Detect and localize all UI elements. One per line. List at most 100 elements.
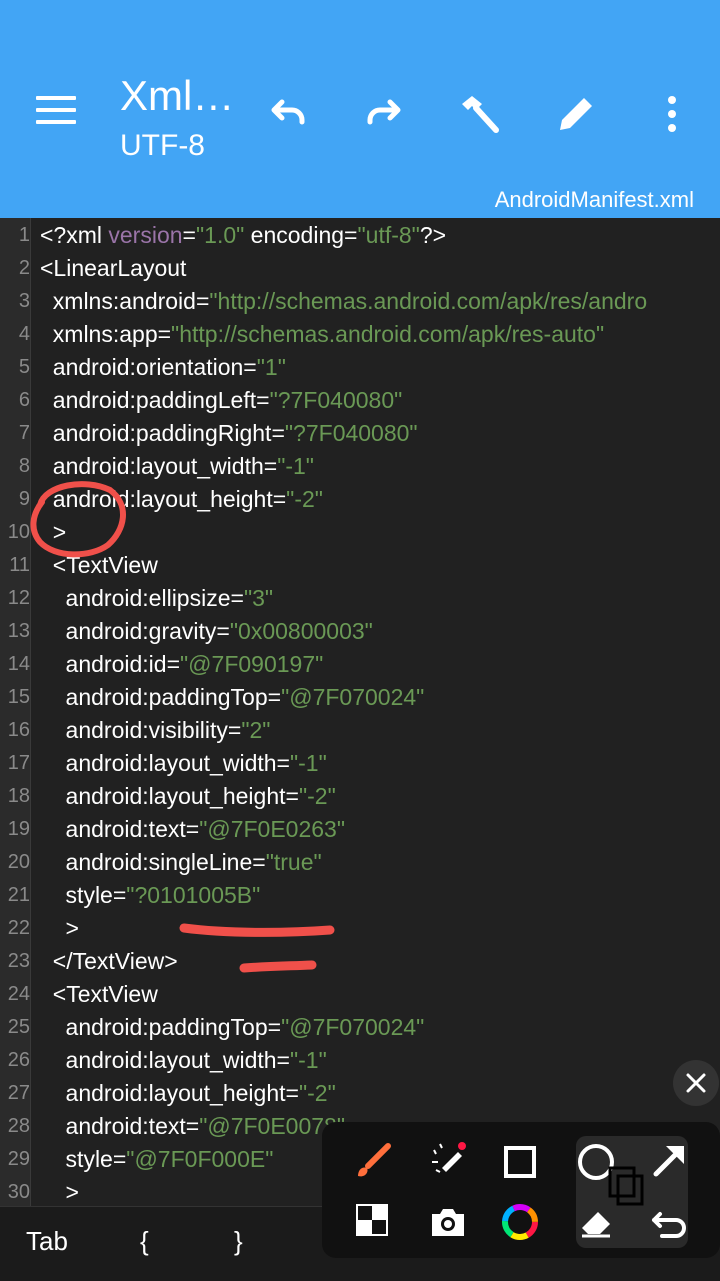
code-line[interactable]: 1 <?xml version="1.0" encoding="utf-8"?>	[0, 219, 720, 252]
color-wheel-icon[interactable]	[496, 1198, 544, 1246]
menu-icon[interactable]	[36, 96, 76, 130]
code-line[interactable]: 21 style="?0101005B"	[0, 879, 720, 912]
code-token: android:paddingRight=	[40, 420, 285, 446]
code-line[interactable]: 13 android:gravity="0x00800003"	[0, 615, 720, 648]
code-editor[interactable]: 1 <?xml version="1.0" encoding="utf-8"?> 2…	[0, 218, 720, 1206]
mosaic-icon[interactable]	[348, 1196, 396, 1244]
line-number: 22	[7, 917, 30, 939]
code-line[interactable]: 17 android:layout_width="-1"	[0, 747, 720, 780]
code-text: <TextView	[40, 978, 158, 1011]
attribute-value: "-1"	[289, 1047, 327, 1073]
line-number: 16	[7, 719, 30, 741]
code-token: ?>	[419, 222, 447, 248]
code-text: android:layout_height="-2"	[40, 780, 336, 813]
code-token: android:layout_width=	[40, 453, 278, 479]
code-token: style=	[40, 882, 127, 908]
code-token: android:text=	[40, 1113, 200, 1139]
code-token: android:ellipsize=	[40, 585, 244, 611]
app-bar: Xml… UTF-8 AndroidManifest.xml	[0, 0, 720, 218]
code-token: </TextView>	[40, 948, 178, 974]
code-line[interactable]: 3 xmlns:android="http://schemas.android.…	[0, 285, 720, 318]
brush-icon[interactable]	[348, 1138, 396, 1186]
hammer-icon[interactable]	[456, 90, 504, 138]
code-text: android:text="@7F0E0078"	[40, 1110, 345, 1143]
code-text: >	[40, 912, 79, 945]
code-line[interactable]: 4 xmlns:app="http://schemas.android.com/…	[0, 318, 720, 351]
line-number: 17	[7, 752, 30, 774]
redo-icon[interactable]	[360, 90, 408, 138]
open-brace-key[interactable]: {	[140, 1224, 149, 1258]
code-line[interactable]: 25 android:paddingTop="@7F070024"	[0, 1011, 720, 1044]
code-line[interactable]: 6 android:paddingLeft="?7F040080"	[0, 384, 720, 417]
code-token: android:paddingTop=	[40, 1014, 282, 1040]
code-text: style="@7F0F000E"	[40, 1143, 274, 1176]
attribute-value: "-1"	[277, 453, 314, 479]
code-line[interactable]: 8 android:layout_width="-1"	[0, 450, 720, 483]
attribute-value: "-2"	[298, 1080, 336, 1106]
copy-icon[interactable]	[604, 1162, 652, 1210]
line-number: 6	[18, 389, 30, 411]
code-line[interactable]: 18 android:layout_height="-2"	[0, 780, 720, 813]
code-token: <TextView	[40, 552, 158, 578]
code-text: android:layout_height="-2"	[40, 483, 323, 516]
code-line[interactable]: 20 android:singleLine="true"	[0, 846, 720, 879]
code-line[interactable]: 12 android:ellipsize="3"	[0, 582, 720, 615]
attribute-value: "?7F040080"	[269, 387, 403, 413]
code-token: android:paddingLeft=	[40, 387, 270, 413]
camera-icon[interactable]	[424, 1198, 472, 1246]
attribute-value: "?7F040080"	[284, 420, 418, 446]
code-text: android:text="@7F0E0263"	[40, 813, 345, 846]
code-line[interactable]: 9 android:layout_height="-2"	[0, 483, 720, 516]
line-number: 14	[7, 653, 30, 675]
close-annotation-button[interactable]	[673, 1060, 719, 1106]
file-name: AndroidManifest.xml	[494, 187, 694, 212]
attribute-value: "2"	[241, 717, 271, 743]
code-token: android:paddingTop=	[40, 684, 282, 710]
line-number: 15	[7, 686, 30, 708]
code-token: <TextView	[40, 981, 158, 1007]
code-line[interactable]: 2 <LinearLayout	[0, 252, 720, 285]
attribute-value: "?0101005B"	[126, 882, 261, 908]
line-number: 26	[7, 1049, 30, 1071]
undo-icon[interactable]	[264, 90, 312, 138]
code-token: <?xml	[40, 222, 109, 248]
close-brace-key[interactable]: }	[234, 1224, 243, 1258]
code-line[interactable]: 24 <TextView	[0, 978, 720, 1011]
more-vert-icon[interactable]	[648, 90, 696, 138]
code-line[interactable]: 11 <TextView	[0, 549, 720, 582]
code-line[interactable]: 15 android:paddingTop="@7F070024"	[0, 681, 720, 714]
code-line[interactable]: 16 android:visibility="2"	[0, 714, 720, 747]
code-line[interactable]: 7 android:paddingRight="?7F040080"	[0, 417, 720, 450]
code-text: xmlns:app="http://schemas.android.com/ap…	[40, 318, 604, 351]
code-line[interactable]: 5 android:orientation="1"	[0, 351, 720, 384]
line-number: 5	[18, 356, 30, 378]
code-line[interactable]: 22 >	[0, 912, 720, 945]
line-number: 1	[18, 224, 30, 246]
code-line[interactable]: 10 >	[0, 516, 720, 549]
close-icon	[686, 1073, 706, 1093]
undo-icon[interactable]	[646, 1198, 694, 1246]
tab-key[interactable]: Tab	[26, 1224, 68, 1258]
pencil-icon[interactable]	[552, 90, 600, 138]
rectangle-icon[interactable]	[496, 1138, 544, 1186]
code-text: android:gravity="0x00800003"	[40, 615, 373, 648]
line-number: 7	[18, 422, 30, 444]
magic-pen-icon[interactable]	[424, 1138, 472, 1186]
attribute-value: "1"	[256, 354, 286, 380]
line-number: 19	[7, 818, 30, 840]
arrow-icon[interactable]	[646, 1136, 694, 1184]
code-line[interactable]: 23 </TextView>	[0, 945, 720, 978]
annotation-toolbar	[322, 1122, 720, 1258]
code-line[interactable]: 26 android:layout_width="-1"	[0, 1044, 720, 1077]
code-text: android:paddingTop="@7F070024"	[40, 681, 425, 714]
code-text: android:layout_height="-2"	[40, 1077, 336, 1110]
code-line[interactable]: 27 android:layout_height="-2"	[0, 1077, 720, 1110]
code-token: android:layout_width=	[40, 750, 290, 776]
line-number: 10	[7, 521, 30, 543]
code-line[interactable]: 14 android:id="@7F090197"	[0, 648, 720, 681]
code-text: android:layout_width="-1"	[40, 1044, 327, 1077]
code-token: xmlns:app=	[40, 321, 172, 347]
code-token: android:layout_height=	[40, 486, 287, 512]
code-line[interactable]: 19 android:text="@7F0E0263"	[0, 813, 720, 846]
line-number: 27	[7, 1082, 30, 1104]
